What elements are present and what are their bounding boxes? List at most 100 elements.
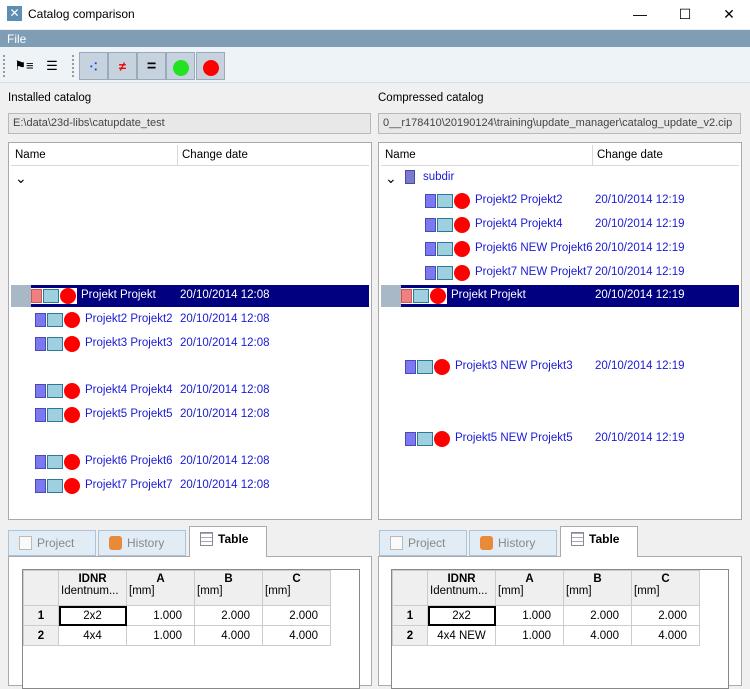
tab-project[interactable]: Project (8, 530, 96, 556)
tree-row[interactable]: Projekt Projekt 20/10/2014 12:19 (401, 285, 739, 307)
not-equal-button[interactable]: ≠ (108, 52, 137, 80)
table-cell[interactable]: 1.000 (495, 605, 564, 626)
document-icon (35, 384, 46, 398)
tree-row[interactable]: Projekt6 Projekt6 20/10/2014 12:08 (31, 451, 369, 473)
document-icon (425, 266, 436, 280)
column-header[interactable]: B [mm] (563, 570, 632, 606)
row-header[interactable]: 1 (23, 605, 59, 626)
tree-row[interactable]: Projekt5 NEW Projekt5 20/10/2014 12:19 (401, 428, 739, 450)
tab-table[interactable]: Table (189, 526, 267, 557)
tree-row[interactable]: Projekt7 NEW Projekt7 20/10/2014 12:19 (421, 262, 739, 284)
toolbar-grip[interactable] (72, 55, 75, 77)
table-cell[interactable]: 4.000 (563, 625, 632, 646)
table-cell[interactable]: 4.000 (631, 625, 700, 646)
row-date: 20/10/2014 12:19 (595, 194, 685, 206)
item-status-icons (35, 383, 81, 399)
page-icon (19, 536, 32, 550)
column-header[interactable]: C [mm] (631, 570, 700, 606)
column-header[interactable]: IDNR Identnum... (58, 570, 127, 606)
installed-catalog-path[interactable]: E:\data\23d-libs\catupdate_test (8, 113, 371, 134)
table-cell[interactable]: 2x2 (427, 605, 496, 626)
table-cell[interactable]: 1.000 (495, 625, 564, 646)
tree-expand-icon[interactable]: ⚑≡ (10, 52, 38, 80)
tree-row[interactable]: Projekt6 NEW Projekt6 20/10/2014 12:19 (421, 238, 739, 260)
history-icon (480, 536, 493, 550)
tree-list-icon[interactable]: ☰ (38, 52, 66, 80)
document-icon (35, 479, 46, 493)
tree-row[interactable]: Projekt2 Projekt2 20/10/2014 12:19 (421, 190, 739, 212)
table-cell[interactable]: 1.000 (126, 625, 195, 646)
column-header[interactable]: IDNR Identnum... (427, 570, 496, 606)
tab-table[interactable]: Table (560, 526, 638, 557)
corner-cell[interactable] (392, 570, 428, 606)
table-cell[interactable]: 1.000 (126, 605, 195, 626)
folder-subdir[interactable]: subdir (423, 171, 454, 183)
row-date: 20/10/2014 12:19 (595, 266, 685, 278)
tree-row[interactable]: Projekt Projekt 20/10/2014 12:08 (31, 285, 369, 307)
green-status-button[interactable] (166, 52, 195, 80)
installed-catalog-tree[interactable]: Name Change date ⌄ Projekt Projekt 20/10/… (8, 142, 372, 520)
cube-icon (43, 289, 59, 303)
column-header[interactable]: A [mm] (495, 570, 564, 606)
row-header[interactable]: 2 (23, 625, 59, 646)
tree-row[interactable]: Projekt2 Projekt2 20/10/2014 12:08 (31, 309, 369, 331)
tree-row[interactable]: Projekt3 Projekt3 20/10/2014 12:08 (31, 333, 369, 355)
expand-toggle-icon[interactable]: ⌄ (385, 170, 397, 187)
data-grid[interactable]: IDNR Identnum... A [mm] B [mm] C [mm] 1 2x2 1.000 2… (391, 569, 729, 689)
red-status-icon (454, 241, 470, 257)
cube-icon (437, 242, 453, 256)
row-header[interactable]: 2 (392, 625, 428, 646)
tree-row[interactable]: Projekt7 Projekt7 20/10/2014 12:08 (31, 475, 369, 497)
title-bar: ✕ Catalog comparison — ☐ ✕ (0, 0, 750, 29)
table-cell[interactable]: 4x4 NEW (427, 625, 496, 646)
tab-project[interactable]: Project (379, 530, 467, 556)
table-icon (571, 532, 584, 546)
tree-row[interactable]: Projekt4 Projekt4 20/10/2014 12:08 (31, 380, 369, 402)
maximize-button[interactable]: ☐ (670, 4, 700, 24)
table-cell[interactable]: 2.000 (262, 605, 331, 626)
compressed-catalog-tree[interactable]: Name Change date ⌄ subdir Projekt2 Proje… (378, 142, 742, 520)
data-grid[interactable]: IDNR Identnum... A [mm] B [mm] C [mm] 1 2x2 1.000 2… (22, 569, 360, 689)
row-name: Projekt3 NEW Projekt3 (455, 360, 573, 372)
cube-icon (417, 360, 433, 374)
document-icon (35, 313, 46, 327)
item-status-icons (405, 359, 451, 375)
column-header[interactable]: B [mm] (194, 570, 263, 606)
table-cell[interactable]: 2x2 (58, 605, 127, 626)
tab-history[interactable]: History (98, 530, 186, 556)
show-differences-button[interactable]: ⁖ (79, 52, 108, 80)
table-panel: IDNR Identnum... A [mm] B [mm] C [mm] 1 2x2 1.000 2… (8, 556, 372, 689)
table-cell[interactable]: 2.000 (631, 605, 700, 626)
equal-button[interactable]: = (137, 52, 166, 80)
item-status-icons (35, 454, 81, 470)
table-cell[interactable]: 4.000 (262, 625, 331, 646)
tab-history[interactable]: History (469, 530, 557, 556)
table-cell[interactable]: 2.000 (194, 605, 263, 626)
red-status-button[interactable] (196, 52, 225, 80)
row-date: 20/10/2014 12:08 (180, 337, 270, 349)
column-header[interactable]: C [mm] (262, 570, 331, 606)
close-button[interactable]: ✕ (714, 4, 744, 24)
page-icon (390, 536, 403, 550)
corner-cell[interactable] (23, 570, 59, 606)
row-header[interactable]: 1 (392, 605, 428, 626)
column-name[interactable]: Name (15, 149, 46, 161)
table-cell[interactable]: 2.000 (563, 605, 632, 626)
column-change-date[interactable]: Change date (597, 149, 663, 161)
document-icon (425, 242, 436, 256)
tree-row[interactable]: Projekt5 Projekt5 20/10/2014 12:08 (31, 404, 369, 426)
menu-file[interactable]: File (7, 32, 26, 46)
expand-toggle-icon[interactable]: ⌄ (15, 170, 27, 187)
column-name[interactable]: Name (385, 149, 416, 161)
table-cell[interactable]: 4.000 (194, 625, 263, 646)
tree-row[interactable]: Projekt4 Projekt4 20/10/2014 12:19 (421, 214, 739, 236)
tree-header: Name Change date (11, 145, 369, 166)
table-cell[interactable]: 4x4 (58, 625, 127, 646)
column-header[interactable]: A [mm] (126, 570, 195, 606)
minimize-button[interactable]: — (625, 4, 655, 24)
compressed-catalog-path[interactable]: 0__r178410\20190124\training\update_mana… (378, 113, 741, 134)
row-date: 20/10/2014 12:08 (180, 479, 270, 491)
column-change-date[interactable]: Change date (182, 149, 248, 161)
toolbar-grip[interactable] (3, 55, 6, 77)
tree-row[interactable]: Projekt3 NEW Projekt3 20/10/2014 12:19 (401, 356, 739, 378)
